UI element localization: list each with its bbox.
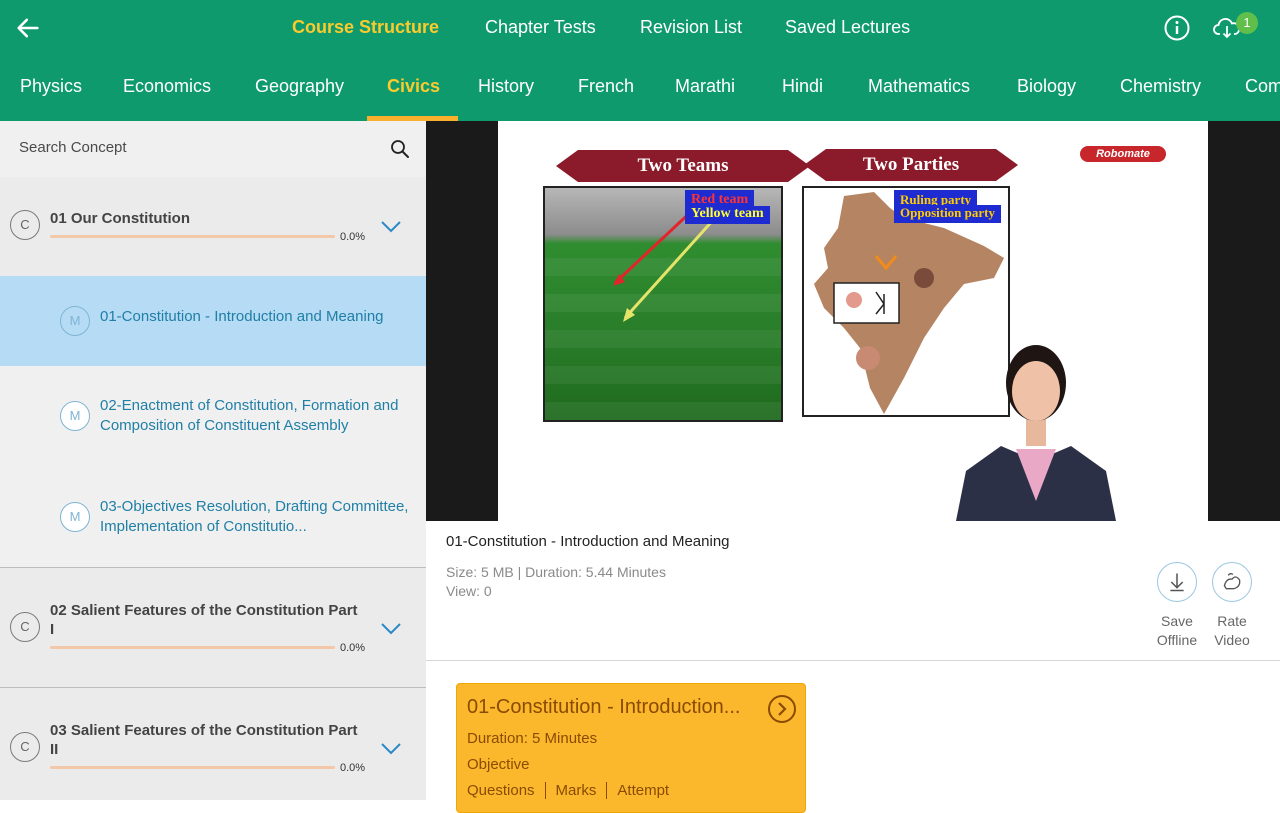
- chapter-badge: C: [10, 732, 40, 762]
- subject-tabs: Physics Economics Geography Civics Histo…: [0, 56, 1280, 121]
- subject-tab-physics[interactable]: Physics: [20, 76, 82, 97]
- top-nav: Course Structure Chapter Tests Revision …: [0, 0, 1280, 56]
- slide-banner-parties: Two Parties: [804, 149, 1018, 181]
- chapter-badge: C: [10, 210, 40, 240]
- module-item[interactable]: M 01-Constitution - Introduction and Mea…: [0, 276, 426, 366]
- chapter-test-card[interactable]: 01-Constitution - Introduction... Durati…: [456, 683, 806, 813]
- video-size-duration: Size: 5 MB | Duration: 5.44 Minutes: [446, 564, 666, 580]
- test-marks-label: Marks: [556, 782, 608, 799]
- subject-tab-chemistry[interactable]: Chemistry: [1120, 76, 1201, 97]
- chapter-badge: C: [10, 612, 40, 642]
- tab-revision-list[interactable]: Revision List: [640, 17, 742, 38]
- chapter-title: 02 Salient Features of the Constitution …: [50, 602, 358, 638]
- chevron-right-circle-icon[interactable]: [767, 694, 797, 724]
- robomate-logo: Robomate: [1080, 146, 1166, 162]
- subject-tab-biology[interactable]: Biology: [1017, 76, 1076, 97]
- chapter-progress-bar: [50, 646, 335, 649]
- module-badge: M: [60, 401, 90, 431]
- test-type: Objective: [467, 756, 530, 773]
- search-bar: [0, 121, 426, 177]
- module-title: 01-Constitution - Introduction and Meani…: [100, 308, 384, 325]
- module-title: 03-Objectives Resolution, Drafting Commi…: [100, 498, 409, 535]
- video-frame[interactable]: Two Teams Two Parties Robomate Red team …: [498, 121, 1208, 521]
- info-icon[interactable]: [1164, 15, 1190, 41]
- subject-tab-french[interactable]: French: [578, 76, 634, 97]
- chevron-down-icon[interactable]: [379, 740, 403, 756]
- chapter-item[interactable]: C 02 Salient Features of the Constitutio…: [0, 568, 426, 687]
- subject-tab-mathematics[interactable]: Mathematics: [868, 76, 970, 97]
- video-views: View: 0: [446, 583, 492, 599]
- presenter-image: [956, 345, 1116, 521]
- chapter-progress-text: 0.0%: [340, 231, 366, 243]
- module-item[interactable]: M 02-Enactment of Constitution, Formatio…: [0, 366, 426, 466]
- chapter-title: 01 Our Constitution: [50, 210, 190, 227]
- test-title: 01-Constitution - Introduction...: [467, 696, 741, 718]
- tag-opposition-party: Opposition party: [894, 205, 1001, 223]
- rate-video-button[interactable]: Rate Video: [1202, 612, 1262, 650]
- concept-sidebar: C 01 Our Constitution 0.0% M 01-Constitu…: [0, 121, 426, 800]
- subject-tab-marathi[interactable]: Marathi: [675, 76, 735, 97]
- search-input[interactable]: [19, 139, 359, 156]
- football-field-image: Red team Yellow team: [543, 186, 783, 422]
- subject-tab-hindi[interactable]: Hindi: [782, 76, 823, 97]
- video-info-panel: 01-Constitution - Introduction and Meani…: [426, 521, 1280, 661]
- download-icon[interactable]: [1157, 562, 1197, 602]
- test-attempt-label: Attempt: [617, 782, 670, 799]
- test-duration: Duration: 5 Minutes: [467, 730, 598, 747]
- chevron-down-icon[interactable]: [379, 620, 403, 636]
- subject-tab-civics[interactable]: Civics: [387, 76, 440, 97]
- chevron-down-icon[interactable]: [379, 218, 403, 234]
- module-badge: M: [60, 306, 90, 336]
- test-stats: Questions Marks Attempt: [467, 782, 689, 799]
- slide-banner-teams: Two Teams: [556, 150, 810, 182]
- search-icon[interactable]: [390, 139, 410, 159]
- subject-tab-more[interactable]: Com: [1245, 76, 1280, 97]
- chapter-progress-bar: [50, 766, 335, 769]
- tab-saved-lectures[interactable]: Saved Lectures: [785, 17, 910, 38]
- module-item[interactable]: M 03-Objectives Resolution, Drafting Com…: [0, 466, 426, 567]
- module-title: 02-Enactment of Constitution, Formation …: [100, 397, 399, 434]
- tag-yellow-team: Yellow team: [685, 206, 770, 224]
- chapter-progress-text: 0.0%: [340, 642, 366, 654]
- app-bar: Course Structure Chapter Tests Revision …: [0, 0, 1280, 121]
- chapter-item[interactable]: C 01 Our Constitution 0.0%: [0, 177, 426, 276]
- notification-badge: 1: [1236, 12, 1258, 34]
- chapter-title: 03 Salient Features of the Constitution …: [50, 722, 358, 758]
- save-offline-button[interactable]: Save Offline: [1147, 612, 1207, 650]
- test-questions-label: Questions: [467, 782, 546, 799]
- video-title: 01-Constitution - Introduction and Meani…: [446, 533, 730, 550]
- video-meta: Size: 5 MB | Duration: 5.44 Minutes View…: [446, 563, 666, 601]
- chapter-progress-bar: [50, 235, 335, 238]
- subject-tab-geography[interactable]: Geography: [255, 76, 344, 97]
- tab-course-structure[interactable]: Course Structure: [292, 17, 439, 38]
- subject-tab-history[interactable]: History: [478, 76, 534, 97]
- subject-tab-economics[interactable]: Economics: [123, 76, 211, 97]
- tab-chapter-tests[interactable]: Chapter Tests: [485, 17, 596, 38]
- chapter-item[interactable]: C 03 Salient Features of the Constitutio…: [0, 688, 426, 800]
- module-badge: M: [60, 502, 90, 532]
- chapter-progress-text: 0.0%: [340, 762, 366, 774]
- rate-icon[interactable]: [1212, 562, 1252, 602]
